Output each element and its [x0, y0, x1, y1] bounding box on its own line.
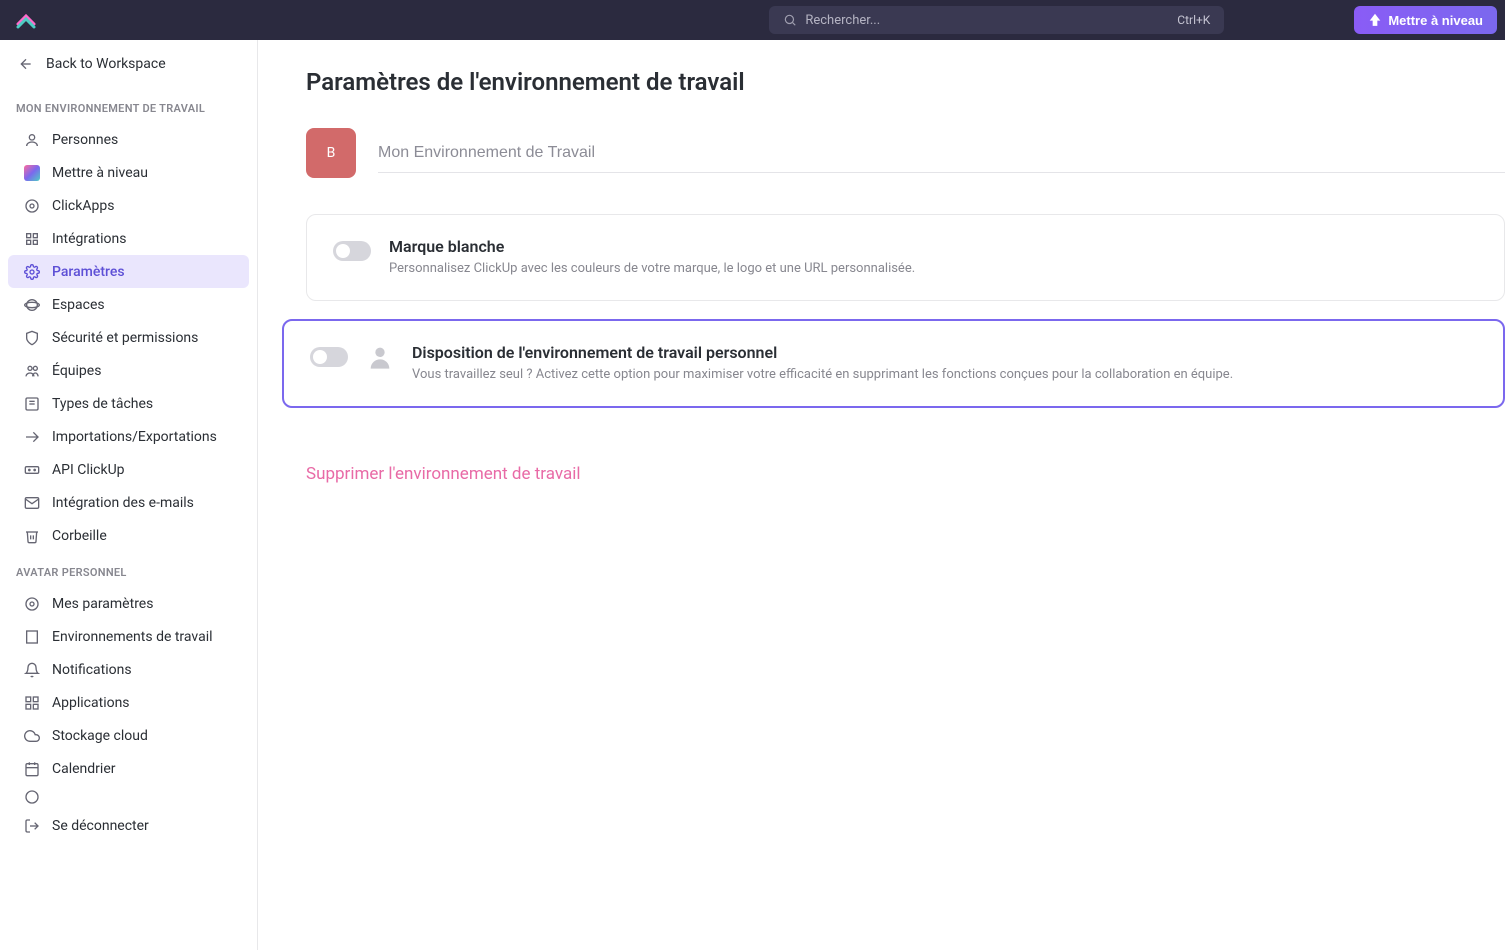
team-icon — [24, 363, 40, 379]
grid-icon — [24, 695, 40, 711]
workspace-name-input[interactable] — [378, 134, 1505, 173]
person-silhouette-icon — [366, 343, 394, 371]
apps-icon — [24, 198, 40, 214]
planet-icon — [24, 297, 40, 313]
setting-title: Marque blanche — [389, 237, 1478, 256]
sidebar-item-trash[interactable]: Corbeille — [8, 519, 249, 552]
sidebar-item-calendar[interactable]: Calendrier — [8, 752, 249, 785]
sidebar-item-email[interactable]: Intégration des e-mails — [8, 486, 249, 519]
shield-icon — [24, 330, 40, 346]
sidebar-item-settings[interactable]: Paramètres — [8, 255, 249, 288]
upgrade-button[interactable]: Mettre à niveau — [1354, 6, 1497, 34]
sidebar-item-people[interactable]: Personnes — [8, 123, 249, 156]
setting-description: Vous travaillez seul ? Activez cette opt… — [412, 366, 1477, 384]
topbar: Rechercher... Ctrl+K Mettre à niveau — [0, 0, 1505, 40]
sidebar-item-tasktypes[interactable]: Types de tâches — [8, 387, 249, 420]
trash-icon — [24, 528, 40, 544]
sidebar-item-integrations[interactable]: Intégrations — [8, 222, 249, 255]
puzzle-icon — [24, 231, 40, 247]
main-content: Paramètres de l'environnement de travail… — [258, 40, 1505, 950]
gear-icon — [24, 264, 40, 280]
building-icon — [24, 629, 40, 645]
page-title: Paramètres de l'environnement de travail — [306, 68, 1505, 96]
back-label: Back to Workspace — [46, 56, 166, 72]
upgrade-icon — [1368, 13, 1382, 27]
whitelabel-toggle[interactable] — [333, 241, 371, 261]
sidebar-item-workspaces[interactable]: Environnements de travail — [8, 620, 249, 653]
sidebar-item-importexport[interactable]: Importations/Exportations — [8, 420, 249, 453]
setting-personal-layout: Disposition de l'environnement de travai… — [282, 319, 1505, 408]
arrow-left-icon — [18, 56, 34, 72]
global-search[interactable]: Rechercher... Ctrl+K — [769, 6, 1224, 34]
search-placeholder: Rechercher... — [805, 13, 1177, 28]
setting-whitelabel: Marque blanche Personnalisez ClickUp ave… — [306, 214, 1505, 301]
calendar-icon — [24, 761, 40, 777]
setting-title: Disposition de l'environnement de travai… — [412, 343, 1477, 362]
upgrade-label: Mettre à niveau — [1388, 13, 1483, 28]
search-icon — [783, 13, 797, 27]
api-icon — [24, 462, 40, 478]
workspace-identity-row: B — [306, 128, 1505, 178]
tasktype-icon — [24, 396, 40, 412]
delete-workspace-link[interactable]: Supprimer l'environnement de travail — [306, 464, 580, 484]
sidebar-item-teams[interactable]: Équipes — [8, 354, 249, 387]
gear-icon — [24, 596, 40, 612]
search-shortcut: Ctrl+K — [1177, 13, 1210, 27]
sidebar: Back to Workspace MON ENVIRONNEMENT DE T… — [0, 40, 258, 950]
cloud-icon — [24, 728, 40, 744]
logout-icon — [24, 818, 40, 834]
sidebar-item-mysettings[interactable]: Mes paramètres — [8, 587, 249, 620]
upgrade-gradient-icon — [24, 165, 40, 181]
sidebar-item-spaces[interactable]: Espaces — [8, 288, 249, 321]
import-export-icon — [24, 429, 40, 445]
sidebar-item-security[interactable]: Sécurité et permissions — [8, 321, 249, 354]
person-icon — [24, 132, 40, 148]
setting-description: Personnalisez ClickUp avec les couleurs … — [389, 260, 1478, 278]
sidebar-item-cloud[interactable]: Stockage cloud — [8, 719, 249, 752]
workspace-avatar[interactable]: B — [306, 128, 356, 178]
sidebar-item-apps[interactable]: Applications — [8, 686, 249, 719]
sidebar-item-truncated[interactable] — [8, 785, 249, 809]
sidebar-item-upgrade[interactable]: Mettre à niveau — [8, 156, 249, 189]
sidebar-item-logout[interactable]: Se déconnecter — [8, 809, 249, 842]
sidebar-item-api[interactable]: API ClickUp — [8, 453, 249, 486]
back-to-workspace[interactable]: Back to Workspace — [0, 40, 257, 88]
personal-layout-toggle[interactable] — [310, 347, 348, 367]
item-icon — [24, 789, 40, 805]
sidebar-section-personal: AVATAR PERSONNEL — [0, 552, 257, 587]
mail-icon — [24, 495, 40, 511]
sidebar-item-notifications[interactable]: Notifications — [8, 653, 249, 686]
app-logo-icon[interactable] — [14, 8, 38, 32]
sidebar-section-workspace: MON ENVIRONNEMENT DE TRAVAIL — [0, 88, 257, 123]
sidebar-item-clickapps[interactable]: ClickApps — [8, 189, 249, 222]
bell-icon — [24, 662, 40, 678]
